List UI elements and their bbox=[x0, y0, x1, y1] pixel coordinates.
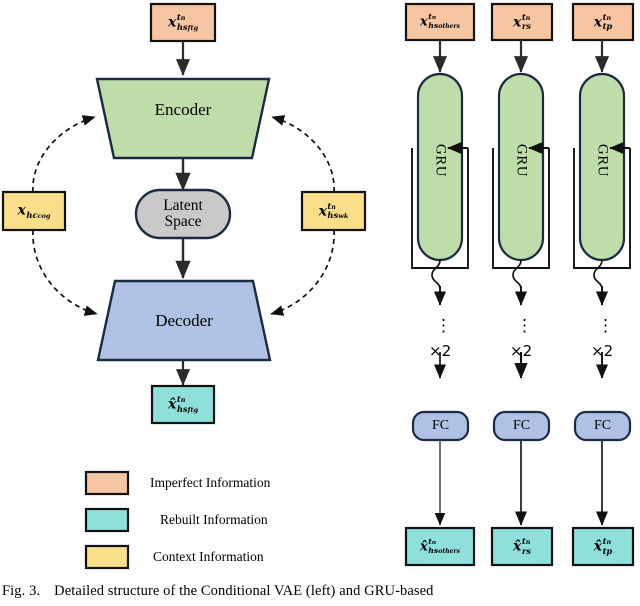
right-input-box-shape-2 bbox=[490, 2, 554, 42]
left-input-box-shape bbox=[149, 2, 217, 43]
repeat-label-2: ×2 bbox=[510, 342, 532, 360]
gru-label-text-1: GRU bbox=[432, 143, 449, 178]
right-output-box-shape-2 bbox=[490, 526, 554, 567]
legend-swatch-0 bbox=[84, 470, 130, 496]
gru-label-2: GRU bbox=[513, 139, 530, 183]
dots-glyph-1: ⋮ bbox=[435, 316, 453, 335]
gru-label-text-3: GRU bbox=[594, 143, 611, 178]
caption-figure-number: Fig. 3. bbox=[2, 583, 41, 599]
context-left-box-shape bbox=[1, 190, 67, 232]
repeat-text-2: ×2 bbox=[510, 342, 533, 360]
dashed-arc-left-to-decoder bbox=[32, 229, 98, 316]
fc-shape-3 bbox=[573, 410, 632, 442]
left-output-box-shape bbox=[150, 384, 216, 425]
dots-glyph-3: ⋮ bbox=[597, 316, 615, 335]
dashed-arc-left-to-encoder bbox=[32, 115, 96, 193]
gru-loop-squiggle-1 bbox=[431, 259, 441, 290]
repeat-label-3: ×2 bbox=[591, 342, 613, 360]
repeat-label-1: ×2 bbox=[429, 342, 451, 360]
gru-loop-squiggle-3 bbox=[593, 259, 603, 290]
gru-label-text-2: GRU bbox=[513, 143, 530, 178]
legend-swatch-2 bbox=[84, 544, 130, 570]
right-input-box-shape-3 bbox=[571, 2, 635, 42]
gru-label-3: GRU bbox=[594, 139, 611, 183]
figure-caption: Fig. 3. Detailed structure of the Conditi… bbox=[2, 583, 638, 600]
context-right-box-shape bbox=[300, 190, 367, 232]
latent-space-shape bbox=[134, 188, 232, 240]
figure-canvas: x tn hsftg Encoder Latent Space Decoder x̂… bbox=[0, 0, 640, 606]
gru-loop-squiggle-2 bbox=[512, 259, 522, 290]
fc-shape-2 bbox=[492, 410, 551, 442]
legend-swatch-1 bbox=[84, 507, 130, 533]
repeat-text-3: ×2 bbox=[591, 342, 614, 360]
right-input-box-shape-1 bbox=[404, 2, 476, 42]
right-output-box-shape-3 bbox=[571, 526, 635, 567]
vertical-dots-2: ⋮ bbox=[516, 316, 534, 336]
caption-body: Detailed structure of the Conditional VA… bbox=[54, 583, 434, 599]
vertical-dots-3: ⋮ bbox=[597, 316, 615, 336]
dots-glyph-2: ⋮ bbox=[516, 316, 534, 335]
vertical-dots-1: ⋮ bbox=[435, 316, 453, 336]
encoder-shape bbox=[95, 77, 271, 160]
right-output-box-shape-1 bbox=[404, 526, 476, 567]
repeat-text-1: ×2 bbox=[429, 342, 452, 360]
gru-label-1: GRU bbox=[432, 139, 449, 183]
figure-vector-layer bbox=[1, 2, 635, 570]
dashed-arc-right-to-encoder bbox=[271, 115, 335, 193]
decoder-shape bbox=[96, 279, 272, 362]
dashed-arc-right-to-decoder bbox=[270, 229, 335, 316]
fc-shape-1 bbox=[411, 410, 470, 442]
